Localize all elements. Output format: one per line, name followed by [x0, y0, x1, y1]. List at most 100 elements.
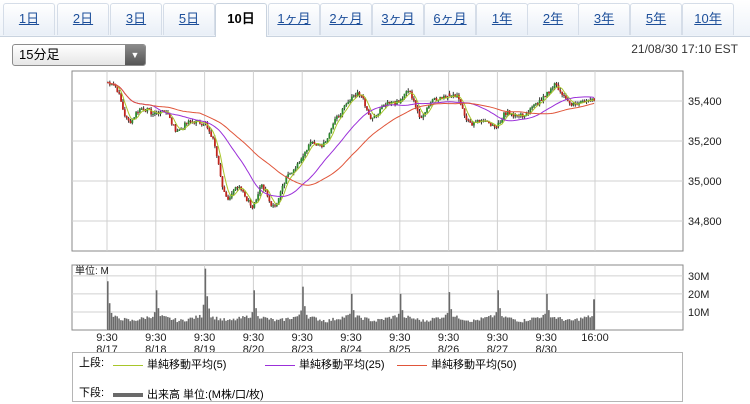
volume-bar	[589, 317, 591, 330]
volume-bar	[229, 319, 231, 330]
x-tick-time: 9:30	[535, 332, 556, 344]
candle-body	[551, 87, 554, 89]
volume-bar	[559, 317, 561, 330]
volume-bar	[107, 281, 109, 330]
volume-bar	[418, 319, 421, 330]
volume-bar	[153, 312, 156, 330]
volume-bar	[364, 317, 366, 330]
volume-bar	[583, 316, 586, 330]
candle-body	[534, 103, 537, 105]
x-tick-time: 9:30	[243, 332, 264, 344]
volume-bar	[465, 320, 468, 330]
volume-bar	[339, 319, 342, 330]
candle-body	[307, 144, 310, 150]
volume-bar	[373, 320, 376, 330]
volume-bar	[499, 308, 501, 330]
candle-body	[407, 91, 410, 93]
volume-bar	[343, 317, 346, 330]
candle-body	[463, 108, 466, 116]
candle-body	[257, 194, 259, 200]
volume-bar	[255, 308, 257, 330]
volume-bar	[553, 317, 556, 330]
candle-body	[153, 112, 156, 115]
candle-body	[548, 91, 550, 94]
volume-bar	[546, 293, 548, 330]
candle-body	[178, 129, 181, 131]
volume-bar	[397, 313, 400, 330]
candle-body	[499, 122, 502, 124]
volume-bar	[274, 321, 276, 330]
candle-body	[431, 99, 434, 103]
volume-bar	[456, 315, 458, 330]
volume-bar	[525, 321, 528, 330]
volume-bar	[165, 316, 167, 330]
candle-body	[123, 109, 126, 117]
candle-body	[185, 122, 188, 124]
candle-body	[328, 133, 331, 139]
candle-body	[138, 108, 141, 113]
volume-bar	[191, 317, 194, 330]
candle-body	[217, 156, 220, 165]
volume-bar	[578, 320, 580, 330]
volume-bar	[223, 318, 225, 330]
volume-bar	[307, 318, 310, 330]
volume-bar	[399, 293, 402, 330]
volume-bar	[332, 317, 334, 330]
price-tick-label: 35,400	[688, 96, 722, 108]
volume-bar	[159, 316, 162, 330]
legend-sma25-label: 単純移動平均(25)	[299, 359, 385, 371]
legend-upper-label: 上段:	[79, 357, 105, 369]
candle-body	[435, 98, 438, 101]
volume-bar	[270, 318, 272, 330]
candle-body	[352, 95, 355, 97]
volume-bar	[548, 310, 550, 330]
legend-volume: 出来高 単位:(M株/口/枚)	[113, 386, 264, 402]
volume-bar	[450, 309, 453, 330]
candle-body	[245, 196, 248, 202]
volume-bar	[531, 317, 533, 330]
volume-bar	[459, 319, 462, 330]
legend-lower-label: 下段:	[79, 387, 105, 399]
volume-bar	[135, 320, 137, 330]
volume-bar	[157, 308, 160, 330]
volume-bar	[431, 317, 434, 330]
volume-bar	[497, 290, 499, 330]
volume-bar	[187, 318, 190, 330]
volume-bar	[377, 318, 379, 330]
candle-body	[311, 141, 314, 143]
volume-bar	[473, 319, 475, 330]
volume-bar	[300, 310, 302, 330]
volume-bar	[230, 320, 233, 330]
candle-body	[409, 91, 412, 93]
volume-bar	[244, 316, 246, 330]
candle-body	[296, 163, 299, 169]
volume-bar	[349, 313, 351, 330]
candle-body	[200, 123, 203, 125]
volume-bar	[544, 313, 546, 330]
volume-bar	[279, 318, 282, 330]
volume-bar	[182, 319, 184, 330]
volume-bar	[429, 320, 432, 330]
candle-body	[202, 124, 205, 126]
volume-bar	[262, 316, 265, 330]
volume-bar	[536, 317, 539, 330]
candle-body	[172, 124, 175, 126]
candle-body	[336, 116, 338, 119]
candle-body	[476, 120, 479, 122]
volume-bar	[225, 320, 227, 330]
candle-body	[227, 196, 229, 200]
candle-body	[489, 123, 492, 126]
volume-bar	[474, 320, 477, 330]
volume-tick-label: 30M	[688, 271, 709, 283]
volume-bar	[557, 317, 560, 330]
candle-body	[272, 205, 275, 207]
legend-lower-row: 下段:	[79, 386, 104, 400]
volume-bar	[326, 322, 329, 330]
candle-body	[242, 190, 244, 192]
candle-body	[544, 96, 547, 98]
volume-bar	[503, 317, 505, 330]
volume-bar	[555, 318, 558, 330]
volume-bar	[564, 320, 567, 330]
volume-bar	[457, 318, 460, 330]
candle-body	[495, 126, 498, 129]
